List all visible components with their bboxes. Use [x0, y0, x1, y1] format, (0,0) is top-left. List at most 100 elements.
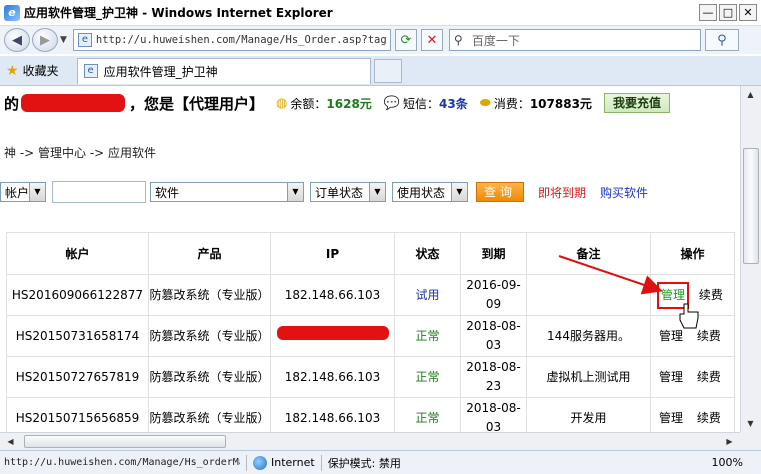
- new-tab-button[interactable]: [373, 58, 402, 83]
- renew-link[interactable]: 续费: [699, 288, 723, 302]
- vertical-scroll-thumb[interactable]: [743, 148, 759, 264]
- close-button[interactable]: ✕: [739, 4, 757, 21]
- vertical-scrollbar[interactable]: ▲ ▼: [740, 86, 761, 432]
- sms-info: 💬 短信： 43条: [384, 95, 468, 112]
- status-bar: http://u.huweishen.com/Manage/Hs_orderMa…: [0, 450, 761, 474]
- renew-link[interactable]: 续费: [697, 370, 721, 384]
- window-titlebar: e 应用软件管理_护卫神 - Windows Internet Explorer…: [0, 0, 761, 26]
- cell-expiry: 2018-08- 03: [460, 315, 527, 357]
- redacted-username: [21, 94, 126, 112]
- stop-button[interactable]: ✕: [420, 29, 443, 51]
- address-url[interactable]: http://u.huweishen.com/Manage/Hs_Order.a…: [96, 34, 390, 46]
- scroll-up-icon[interactable]: ▲: [741, 86, 760, 103]
- forward-icon: ▶: [40, 32, 50, 48]
- page-icon: e: [77, 33, 92, 47]
- refresh-button[interactable]: ⟳: [394, 29, 417, 51]
- expiry-date-part1: 2018-08-: [466, 360, 521, 374]
- chevron-down-icon: ▼: [287, 183, 303, 201]
- column-header-account: 帐户: [6, 232, 149, 275]
- back-button[interactable]: ◀: [4, 28, 30, 52]
- favorites-bar: ★ 收藏夹 e 应用软件管理_护卫神: [0, 56, 761, 86]
- status-separator: [246, 454, 247, 471]
- chevron-down-icon: ▼: [451, 183, 467, 201]
- balance-value: 1628元: [326, 96, 372, 111]
- order-status-select[interactable]: 订单状态 ▼: [310, 182, 386, 202]
- expiry-date-part1: 2018-08-: [466, 401, 521, 415]
- zone-label: Internet: [271, 456, 315, 469]
- history-dropdown-icon[interactable]: ▼: [60, 35, 67, 45]
- table-row: HS20150731658174 防篡改系统（专业版） 正常 2018-08- 0…: [6, 315, 735, 357]
- use-status-select[interactable]: 使用状态 ▼: [392, 182, 468, 202]
- horizontal-scrollbar[interactable]: ◀ ▶: [0, 432, 740, 450]
- address-bar[interactable]: e http://u.huweishen.com/Manage/Hs_Order…: [72, 29, 391, 51]
- cell-expiry: 2016-09- 09: [460, 274, 527, 316]
- cell-actions: 管理 续费: [650, 356, 735, 398]
- expiry-date-part1: 2018-08-: [466, 319, 521, 333]
- browser-tab[interactable]: e 应用软件管理_护卫神: [76, 57, 371, 84]
- cell-ip: 182.148.66.103: [270, 274, 395, 316]
- zoom-level[interactable]: 100%: [712, 456, 743, 469]
- cell-actions: 管理 续费: [650, 397, 735, 432]
- cell-note: [526, 274, 651, 316]
- manage-link[interactable]: 管理: [659, 370, 683, 384]
- status-separator: [320, 454, 322, 471]
- cell-actions: 管理 续费: [650, 274, 735, 316]
- query-button[interactable]: 查询: [476, 182, 524, 202]
- table-row: HS20150727657819 防篡改系统（专业版） 182.148.66.1…: [6, 356, 735, 398]
- scroll-left-icon[interactable]: ◀: [2, 433, 19, 450]
- status-url: http://u.huweishen.com/Manage/Hs_orderMa: [4, 457, 240, 468]
- balance-label: 余额：: [290, 96, 327, 111]
- minimize-button[interactable]: —: [699, 4, 717, 21]
- search-provider-icon: ⚲: [453, 33, 463, 47]
- security-zone[interactable]: Internet: [253, 455, 315, 470]
- manage-link[interactable]: 管理: [659, 329, 683, 343]
- manage-link[interactable]: 管理: [657, 281, 690, 309]
- navigation-bar: ◀ ▶ ▼ e http://u.huweishen.com/Manage/Hs…: [0, 26, 761, 54]
- spend-info: ⬬ 消费： 107883元: [480, 95, 592, 112]
- scroll-down-icon[interactable]: ▼: [741, 415, 760, 432]
- search-button[interactable]: ⚲: [704, 29, 739, 51]
- cell-expiry: 2018-08- 03: [460, 397, 527, 432]
- maximize-button[interactable]: □: [719, 4, 737, 21]
- favorites-button[interactable]: 收藏夹: [23, 62, 59, 79]
- favorites-star-icon[interactable]: ★: [6, 63, 19, 79]
- refresh-icon: ⟳: [400, 32, 412, 48]
- page-content: 的 ，您是【代理用户】 ◍ 余额： 1628元 💬 短信： 43条 ⬬ 消费： …: [0, 86, 740, 432]
- scroll-right-icon[interactable]: ▶: [721, 433, 738, 450]
- column-header-expiry: 到期: [460, 232, 527, 275]
- user-greeting: ，您是【代理用户】: [129, 94, 265, 113]
- account-select[interactable]: 帐户 ▼: [0, 182, 46, 202]
- expiry-date-part1: 2016-09-: [466, 278, 521, 292]
- sms-label: 短信：: [402, 96, 439, 111]
- redacted-ip: [276, 326, 389, 340]
- renew-link[interactable]: 续费: [697, 411, 721, 425]
- account-input[interactable]: [52, 181, 146, 203]
- cell-product: 防篡改系统（专业版）: [148, 397, 271, 432]
- breadcrumb: 神 -> 管理中心 -> 应用软件: [4, 146, 157, 160]
- tab-title: 应用软件管理_护卫神: [103, 64, 218, 79]
- manage-link[interactable]: 管理: [659, 411, 683, 425]
- scroll-corner: [740, 432, 761, 450]
- column-header-status: 状态: [394, 232, 461, 275]
- horizontal-scroll-thumb[interactable]: [24, 435, 226, 448]
- window-controls: — □ ✕: [699, 4, 757, 21]
- speech-bubble-icon: 💬: [383, 95, 400, 111]
- table-row: HS20150715656859 防篡改系统（专业版） 182.148.66.1…: [6, 397, 735, 432]
- cell-note: 144服务器用。: [526, 315, 651, 357]
- cell-product: 防篡改系统（专业版）: [148, 274, 271, 316]
- recharge-button[interactable]: 我要充值: [603, 93, 670, 113]
- cell-account: HS20150731658174: [6, 315, 149, 357]
- cell-ip: 182.148.66.103: [270, 356, 395, 398]
- cell-note: 开发用: [526, 397, 651, 432]
- orders-table: 帐户 产品 IP 状态 到期 备注 操作 HS201609066122877 防…: [6, 232, 735, 432]
- cell-product: 防篡改系统（专业版）: [148, 356, 271, 398]
- search-input[interactable]: ⚲ 百度一下: [448, 29, 701, 51]
- buy-software-link[interactable]: 购买软件: [600, 184, 648, 201]
- renew-link[interactable]: 续费: [697, 329, 721, 343]
- product-select[interactable]: 软件 ▼: [150, 182, 304, 202]
- forward-button[interactable]: ▶: [32, 28, 58, 52]
- expiring-soon-link[interactable]: 即将到期: [538, 184, 586, 201]
- expiry-date-part2: 03: [485, 420, 502, 432]
- coins-icon: ◍: [276, 95, 288, 111]
- expiry-date-part2: 03: [485, 338, 502, 352]
